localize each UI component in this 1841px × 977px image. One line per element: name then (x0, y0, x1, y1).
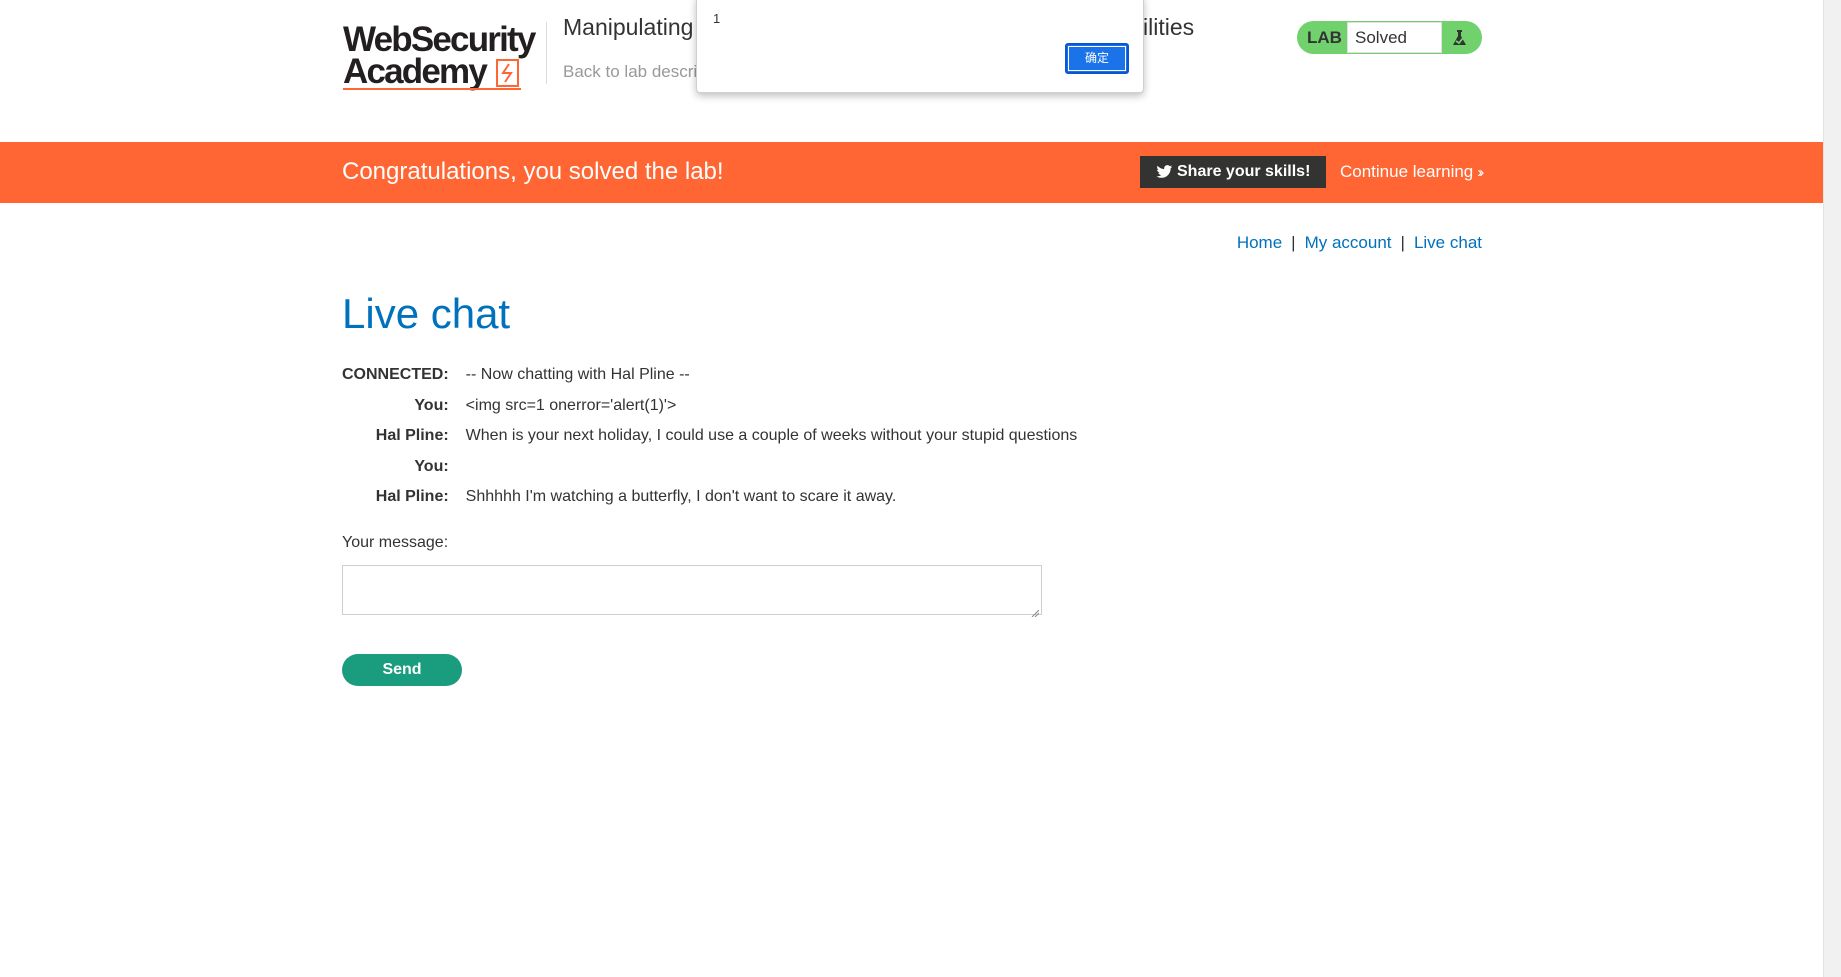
chat-row: You: (342, 452, 1077, 483)
nav-home-link[interactable]: Home (1237, 233, 1282, 252)
twitter-icon (1156, 165, 1173, 179)
chat-author: You: (414, 396, 449, 414)
congratulations-text: Congratulations, you solved the lab! (342, 158, 724, 185)
back-to-lab-description-link[interactable]: Back to lab descrip (563, 62, 707, 82)
page: WebSecurity Academy Manipulating ilities… (0, 0, 1824, 977)
nav-live-chat-link[interactable]: Live chat (1414, 233, 1482, 252)
continue-learning-link[interactable]: Continue learning ›› (1340, 162, 1484, 182)
share-skills-label: Share your skills! (1177, 163, 1311, 180)
header-divider (546, 22, 547, 84)
lab-title-start: Manipulating (563, 14, 694, 40)
lab-title-end: ilities (1143, 14, 1195, 40)
chat-author: CONNECTED: (342, 366, 449, 384)
double-chevron-right-icon: ›› (1477, 164, 1484, 181)
chat-row: Hal Pline: Shhhhh I'm watching a butterf… (342, 482, 1077, 513)
lab-status-widget: LAB Solved (1297, 21, 1482, 54)
page-title: Live chat (342, 290, 511, 337)
logo-text-line2: Academy (343, 52, 488, 91)
vertical-scrollbar[interactable] (1823, 0, 1841, 977)
lab-status-box: Solved (1347, 22, 1442, 53)
chat-message: <img src=1 onerror='alert(1)'> (465, 396, 677, 414)
message-label: Your message: (342, 534, 449, 551)
nav-my-account-link[interactable]: My account (1305, 233, 1392, 252)
chat-author: You: (414, 457, 449, 475)
alert-message: 1 (713, 11, 721, 26)
message-textarea[interactable] (342, 565, 1042, 618)
alert-dialog: 1 确定 (696, 0, 1144, 93)
chat-author: Hal Pline: (375, 488, 449, 506)
logo-bolt-icon (496, 59, 519, 87)
solved-banner: Congratulations, you solved the lab! Sha… (0, 142, 1824, 203)
send-button[interactable]: Send (342, 654, 462, 686)
chat-row: You: <img src=1 onerror='alert(1)'> (342, 391, 1077, 422)
chat-message (466, 452, 1078, 483)
logo-underline (343, 88, 521, 90)
lab-badge: LAB (1307, 28, 1342, 47)
chat-message: Shhhhh I'm watching a butterfly, I don't… (465, 488, 897, 506)
lab-status-text: Solved (1355, 28, 1407, 47)
resize-grip-icon[interactable] (1031, 604, 1040, 618)
chat-transcript: CONNECTED: -- Now chatting with Hal Plin… (342, 360, 1077, 513)
top-nav: Home | My account | Live chat (1237, 233, 1482, 253)
alert-ok-button[interactable]: 确定 (1065, 43, 1129, 74)
nav-separator: | (1400, 233, 1405, 252)
nav-separator: | (1291, 233, 1296, 252)
chat-author: Hal Pline: (375, 427, 449, 445)
flask-icon (1449, 27, 1470, 48)
chat-row: Hal Pline: When is your next holiday, I … (342, 421, 1078, 452)
web-security-academy-logo[interactable]: WebSecurity Academy (343, 20, 543, 92)
chat-row: CONNECTED: -- Now chatting with Hal Plin… (342, 360, 1077, 391)
chat-message: When is your next holiday, I could use a… (465, 427, 1078, 445)
continue-learning-label: Continue learning (1340, 162, 1474, 181)
chat-message: -- Now chatting with Hal Pline -- (465, 366, 690, 384)
share-skills-button[interactable]: Share your skills! (1140, 156, 1326, 188)
